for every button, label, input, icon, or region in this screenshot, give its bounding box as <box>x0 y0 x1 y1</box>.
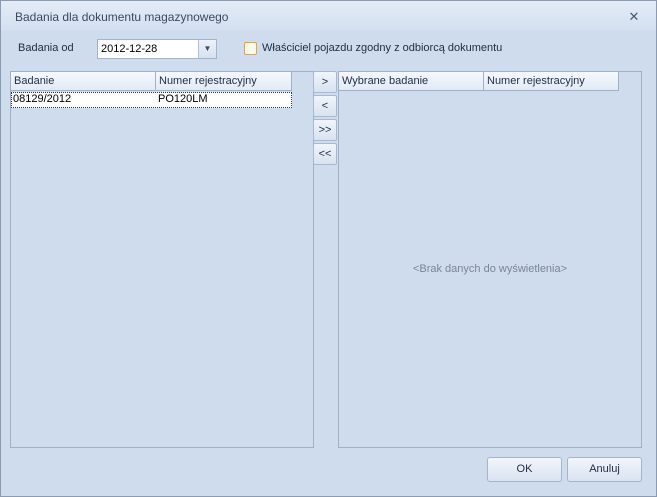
add-selected-button[interactable]: > <box>313 71 337 93</box>
remove-all-button[interactable]: << <box>313 143 337 165</box>
selected-tests-grid: Wybrane badanie Numer rejestracyjny <Bra… <box>338 71 642 448</box>
chevron-down-icon[interactable]: ▼ <box>198 40 216 58</box>
empty-grid-message: <Brak danych do wyświetlenia> <box>412 263 568 275</box>
dialog-window: Badania dla dokumentu magazynowego ✕ Bad… <box>0 0 657 497</box>
cell-numer: PO120LM <box>158 93 208 105</box>
column-header-badanie[interactable]: Badanie <box>11 72 156 91</box>
title-bar: Badania dla dokumentu magazynowego ✕ <box>1 1 656 31</box>
date-from-label: Badania od <box>18 42 74 54</box>
column-header-numer[interactable]: Numer rejestracyjny <box>484 72 619 91</box>
date-from-field[interactable]: 2012-12-28 ▼ <box>97 39 217 59</box>
table-row[interactable]: 08129/2012 PO120LM <box>11 92 292 108</box>
ok-button[interactable]: OK <box>487 457 562 482</box>
close-icon[interactable]: ✕ <box>626 10 642 24</box>
grid-header: Badanie Numer rejestracyjny <box>11 72 292 91</box>
owner-match-label: Właściciel pojazdu zgodny z odbiorcą dok… <box>262 42 503 54</box>
grid-header: Wybrane badanie Numer rejestracyjny <box>339 72 619 91</box>
available-tests-grid: Badanie Numer rejestracyjny 08129/2012 P… <box>10 71 314 448</box>
window-title: Badania dla dokumentu magazynowego <box>15 10 229 24</box>
column-header-numer[interactable]: Numer rejestracyjny <box>156 72 292 91</box>
add-all-button[interactable]: >> <box>313 119 337 141</box>
owner-match-checkbox[interactable] <box>244 42 257 55</box>
cell-badanie: 08129/2012 <box>13 93 72 105</box>
remove-selected-button[interactable]: < <box>313 95 337 117</box>
date-from-value: 2012-12-28 <box>101 43 158 55</box>
column-header-wybrane[interactable]: Wybrane badanie <box>339 72 484 91</box>
cancel-button[interactable]: Anuluj <box>567 457 642 482</box>
